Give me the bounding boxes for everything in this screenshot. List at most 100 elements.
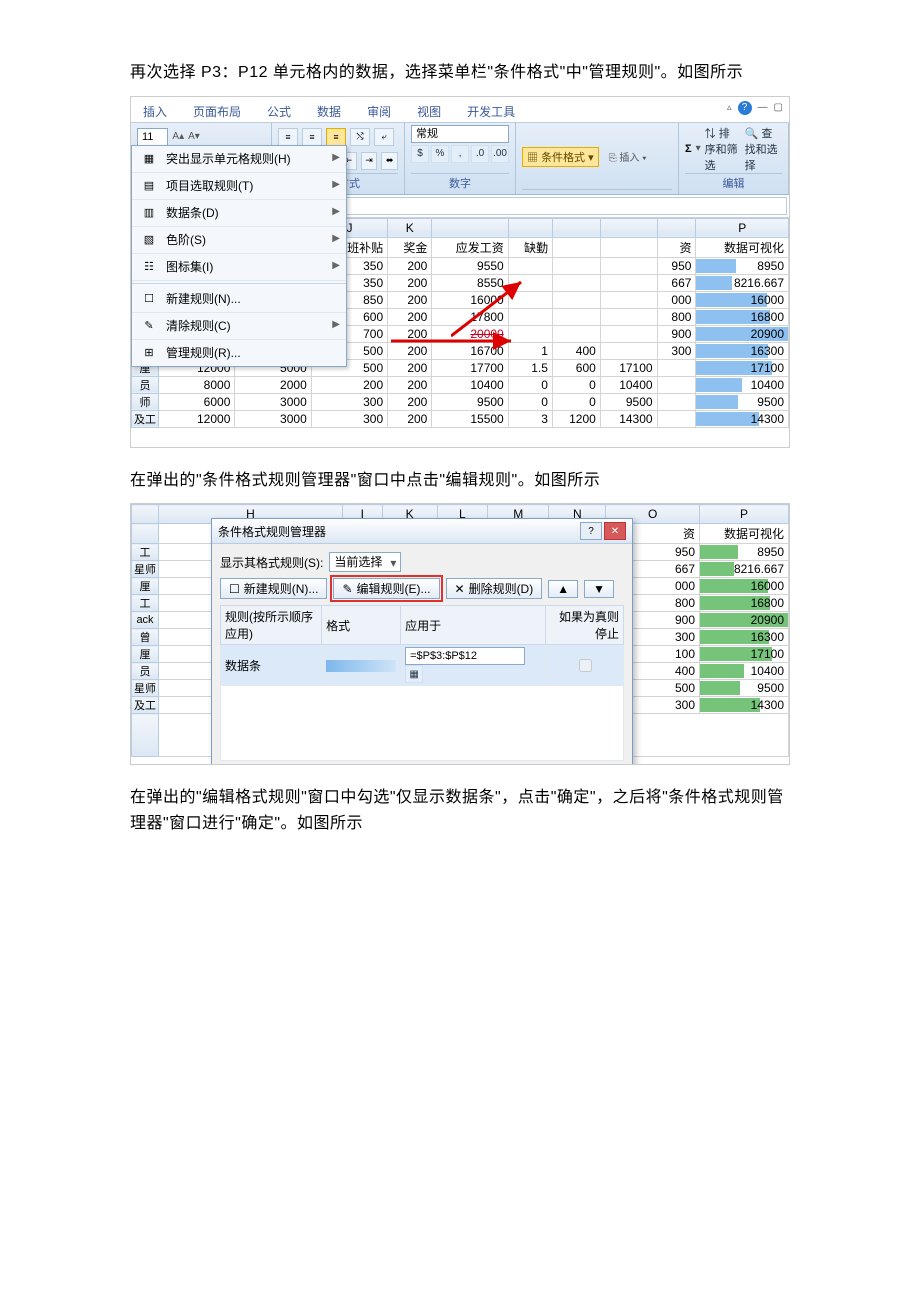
databar-cell[interactable]: 16000 [700,578,789,595]
databar-cell[interactable]: 16800 [696,308,789,325]
row-header[interactable]: 星师 [132,561,159,578]
cell[interactable]: 20000 [432,325,508,342]
font-shrink-icon[interactable]: A▾ [188,131,200,142]
row-header[interactable]: 员 [132,663,159,680]
cell[interactable]: 9500 [600,393,657,410]
rule-row[interactable]: 数据条 =$P$3:$P$12 ▦ [221,645,624,686]
databar-cell[interactable]: 16300 [700,629,789,646]
cell[interactable]: 000 [657,291,696,308]
collapse-icon[interactable]: ▵ [727,102,732,113]
cell[interactable]: 15500 [432,410,508,427]
align-top-icon[interactable]: ≡ [278,128,298,146]
edit-rule-button[interactable]: ✎编辑规则(E)... [333,578,439,599]
databar-cell[interactable]: 20900 [700,612,789,629]
autosum-icon[interactable]: Σ [685,143,692,155]
insert-button[interactable]: ⎘ 插入 ▾ [609,149,647,164]
cell[interactable] [508,325,552,342]
range-picker-icon[interactable]: ▦ [405,665,423,683]
cell[interactable]: 300 [311,410,387,427]
cell[interactable]: 600 [552,359,600,376]
dropdown-item[interactable]: ☷图标集(I)▶ [132,254,346,281]
cell[interactable]: 9550 [432,257,508,274]
col-header[interactable] [552,218,600,237]
ribbon-tab[interactable]: 视图 [413,101,445,122]
number-format-combo[interactable]: 常规 [411,125,509,143]
font-size-combo[interactable]: 11 [137,128,168,146]
conditional-format-button[interactable]: ▦ 条件格式 ▾ [522,147,599,167]
merge-icon[interactable]: ⬌ [381,152,398,170]
row-header[interactable]: 师 [132,393,159,410]
cell[interactable]: 300 [657,342,696,359]
databar-cell[interactable]: 8216.667 [696,274,789,291]
currency-icon[interactable]: $ [411,145,429,163]
cell[interactable]: 200 [388,410,432,427]
cell[interactable] [600,325,657,342]
col-header[interactable]: P [700,505,789,524]
cell[interactable] [657,393,696,410]
cell[interactable] [657,359,696,376]
databar-cell[interactable]: 10400 [700,663,789,680]
databar-cell[interactable]: 9500 [696,393,789,410]
cell[interactable]: 8000 [159,376,235,393]
inc-decimal-icon[interactable]: .0 [471,145,489,163]
cell[interactable]: 200 [388,291,432,308]
cell[interactable]: 12000 [159,410,235,427]
help-icon[interactable]: ? [738,101,752,115]
align-mid-icon[interactable]: ≡ [302,128,322,146]
ribbon-tab[interactable]: 审阅 [363,101,395,122]
dropdown-item[interactable]: ☐新建规则(N)... [132,286,346,313]
cell[interactable] [657,410,696,427]
dropdown-item[interactable]: ⊞管理规则(R)... [132,340,346,366]
row-header[interactable]: 厘 [132,578,159,595]
apply-range-input[interactable]: =$P$3:$P$12 [405,647,525,665]
font-grow-icon[interactable]: A▴ [172,131,184,142]
cell[interactable]: 0 [508,393,552,410]
dropdown-item[interactable]: ▥数据条(D)▶ [132,200,346,227]
cell[interactable]: 0 [552,393,600,410]
databar-cell[interactable]: 17100 [700,646,789,663]
row-header[interactable]: 及工 [132,410,159,427]
databar-cell[interactable]: 9500 [700,680,789,697]
cell[interactable] [600,257,657,274]
comma-icon[interactable]: , [451,145,469,163]
orientation-icon[interactable]: ⤭ [350,128,370,146]
dropdown-item[interactable]: ▧色阶(S)▶ [132,227,346,254]
cell[interactable]: 200 [388,376,432,393]
cell[interactable] [508,257,552,274]
cell[interactable]: 900 [657,325,696,342]
cell[interactable]: 17700 [432,359,508,376]
col-header[interactable] [132,505,159,524]
row-header[interactable]: 星师 [132,680,159,697]
cell[interactable]: 2000 [235,376,311,393]
cell[interactable]: 200 [388,325,432,342]
col-header[interactable] [600,218,657,237]
databar-cell[interactable]: 16000 [696,291,789,308]
minimize-icon[interactable]: — [758,102,768,113]
cell[interactable]: 6000 [159,393,235,410]
cell[interactable]: 200 [311,376,387,393]
ribbon-tab[interactable]: 公式 [263,101,295,122]
dec-decimal-icon[interactable]: .00 [491,145,509,163]
cell[interactable] [552,308,600,325]
dropdown-item[interactable]: ▤项目选取规则(T)▶ [132,173,346,200]
cell[interactable]: 16000 [432,291,508,308]
databar-cell[interactable]: 8950 [696,257,789,274]
ribbon-tab[interactable]: 开发工具 [463,101,519,122]
cell[interactable] [508,308,552,325]
percent-icon[interactable]: % [431,145,449,163]
restore-icon[interactable]: ▢ [774,102,783,113]
cell[interactable]: 3000 [235,393,311,410]
databar-cell[interactable]: 17100 [696,359,789,376]
dialog-close-icon[interactable]: ✕ [604,522,626,540]
cell[interactable]: 800 [657,308,696,325]
cell[interactable] [600,291,657,308]
row-header[interactable]: 工 [132,595,159,612]
col-header[interactable] [432,218,508,237]
databar-cell[interactable]: 16300 [696,342,789,359]
scope-combo[interactable]: 当前选择 [329,552,401,572]
cell[interactable] [508,291,552,308]
databar-cell[interactable]: 8950 [700,544,789,561]
cell[interactable] [600,308,657,325]
col-header[interactable] [657,218,696,237]
cell[interactable]: 0 [552,376,600,393]
